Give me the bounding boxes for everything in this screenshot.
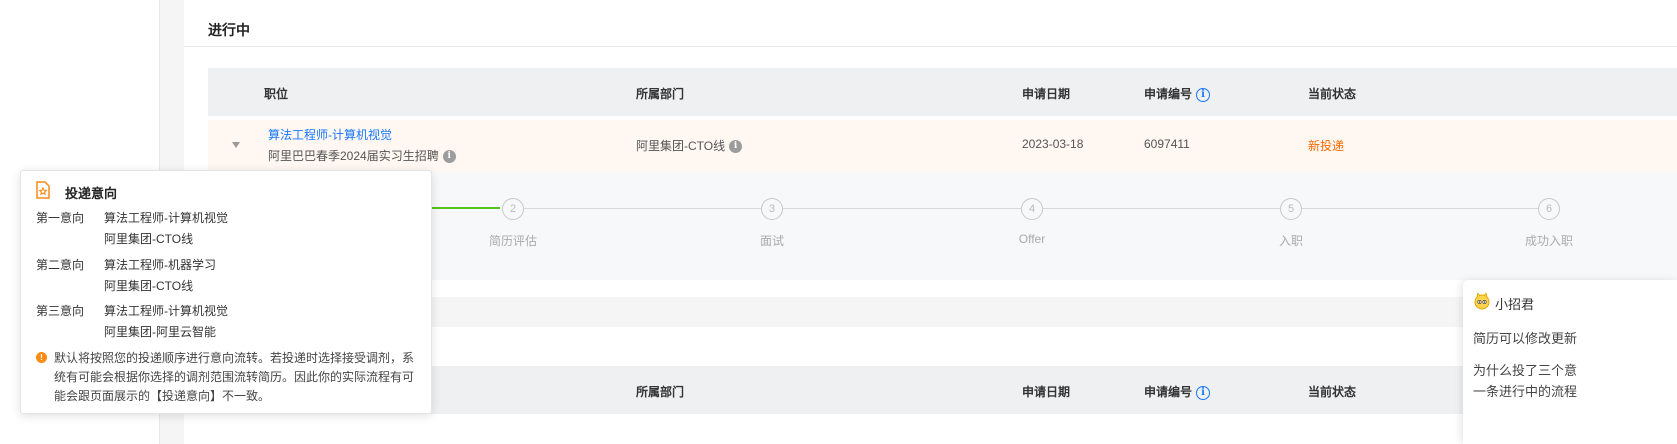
info-icon[interactable]: i [1196, 385, 1211, 400]
preference-label: 第二意向 [36, 258, 85, 272]
preference-label: 第一意向 [36, 211, 85, 225]
table-row: 算法工程师-计算机视觉 阿里巴巴春季2024届实习生招聘 i 阿里集团-CTO线 i… [208, 120, 1677, 172]
progress-line [783, 208, 1021, 209]
step-label: 成功入职 [1524, 234, 1574, 248]
progress-line [1302, 208, 1538, 209]
department-cell: 阿里集团-CTO线 i [636, 137, 743, 154]
header-app-no-label: 申请编号 [1144, 385, 1193, 399]
chat-message[interactable]: 一条进行中的流程 [1473, 381, 1577, 400]
preference-job: 算法工程师-计算机视觉 [104, 304, 228, 318]
header-status: 当前状态 [1308, 87, 1357, 101]
header-date: 申请日期 [1022, 87, 1071, 101]
header-app-no-label: 申请编号 [1144, 87, 1193, 101]
document-star-icon [36, 181, 50, 199]
notice-text: 默认将按照您的投递顺序进行意向流转。若投递时选择接受调剂，系统有可能会根据你选择… [54, 351, 415, 403]
header-status: 当前状态 [1308, 385, 1357, 399]
progress-line [1043, 208, 1280, 209]
chat-message[interactable]: 为什么投了三个意 [1473, 360, 1577, 379]
header-department: 所属部门 [636, 385, 685, 399]
step-circle: 3 [761, 198, 783, 220]
table-header: 职位 所属部门 申请日期 申请编号 i 当前状态 [208, 68, 1677, 116]
progress-line [524, 208, 761, 209]
step-label: 简历评估 [488, 234, 538, 248]
preference-job: 算法工程师-计算机视觉 [104, 211, 228, 225]
step-label: 面试 [759, 234, 785, 248]
header-date: 申请日期 [1022, 385, 1071, 399]
job-title-link[interactable]: 算法工程师-计算机视觉 [268, 126, 392, 143]
header-department: 所属部门 [636, 87, 685, 101]
step-circle: 2 [502, 198, 524, 220]
assistant-avatar-icon [1474, 292, 1490, 310]
step-label: 入职 [1278, 234, 1304, 248]
step-label: Offer [1018, 232, 1046, 246]
info-icon[interactable]: i [442, 150, 456, 164]
expand-caret-icon[interactable] [232, 142, 240, 148]
info-icon[interactable]: i [1196, 87, 1211, 102]
recruit-program: 阿里巴巴春季2024届实习生招聘 i [268, 147, 456, 164]
preference-dept: 阿里集团-CTO线 [104, 279, 194, 293]
section-title: 进行中 [208, 22, 250, 38]
app-no-cell: 6097411 [1144, 137, 1190, 151]
popup-title: 投递意向 [65, 186, 118, 201]
preference-label: 第三意向 [36, 304, 85, 318]
status-badge: 新投递 [1308, 139, 1345, 153]
chat-assistant-panel[interactable]: 小招君 简历可以修改更新 为什么投了三个意 一条进行中的流程 [1463, 280, 1677, 444]
assistant-name: 小招君 [1495, 297, 1535, 312]
step-circle: 5 [1280, 198, 1302, 220]
header-app-no: 申请编号 i [1144, 383, 1211, 400]
department-text: 阿里集团-CTO线 [636, 139, 726, 153]
header-app-no: 申请编号 i [1144, 85, 1211, 102]
header-position: 职位 [264, 87, 289, 101]
preference-popup: 投递意向 第一意向 算法工程师-计算机视觉 阿里集团-CTO线 第二意向 算法工… [20, 170, 432, 414]
step-circle: 4 [1021, 198, 1043, 220]
recruit-program-label: 阿里巴巴春季2024届实习生招聘 [268, 149, 439, 163]
warning-icon: ! [36, 352, 47, 363]
divider [184, 46, 1677, 47]
date-cell: 2023-03-18 [1022, 137, 1084, 151]
chat-message[interactable]: 简历可以修改更新 [1473, 328, 1577, 347]
step-circle: 6 [1538, 198, 1560, 220]
preference-job: 算法工程师-机器学习 [104, 258, 216, 272]
info-icon[interactable]: i [729, 140, 743, 154]
preference-dept: 阿里集团-阿里云智能 [104, 325, 216, 339]
preference-dept: 阿里集团-CTO线 [104, 232, 194, 246]
